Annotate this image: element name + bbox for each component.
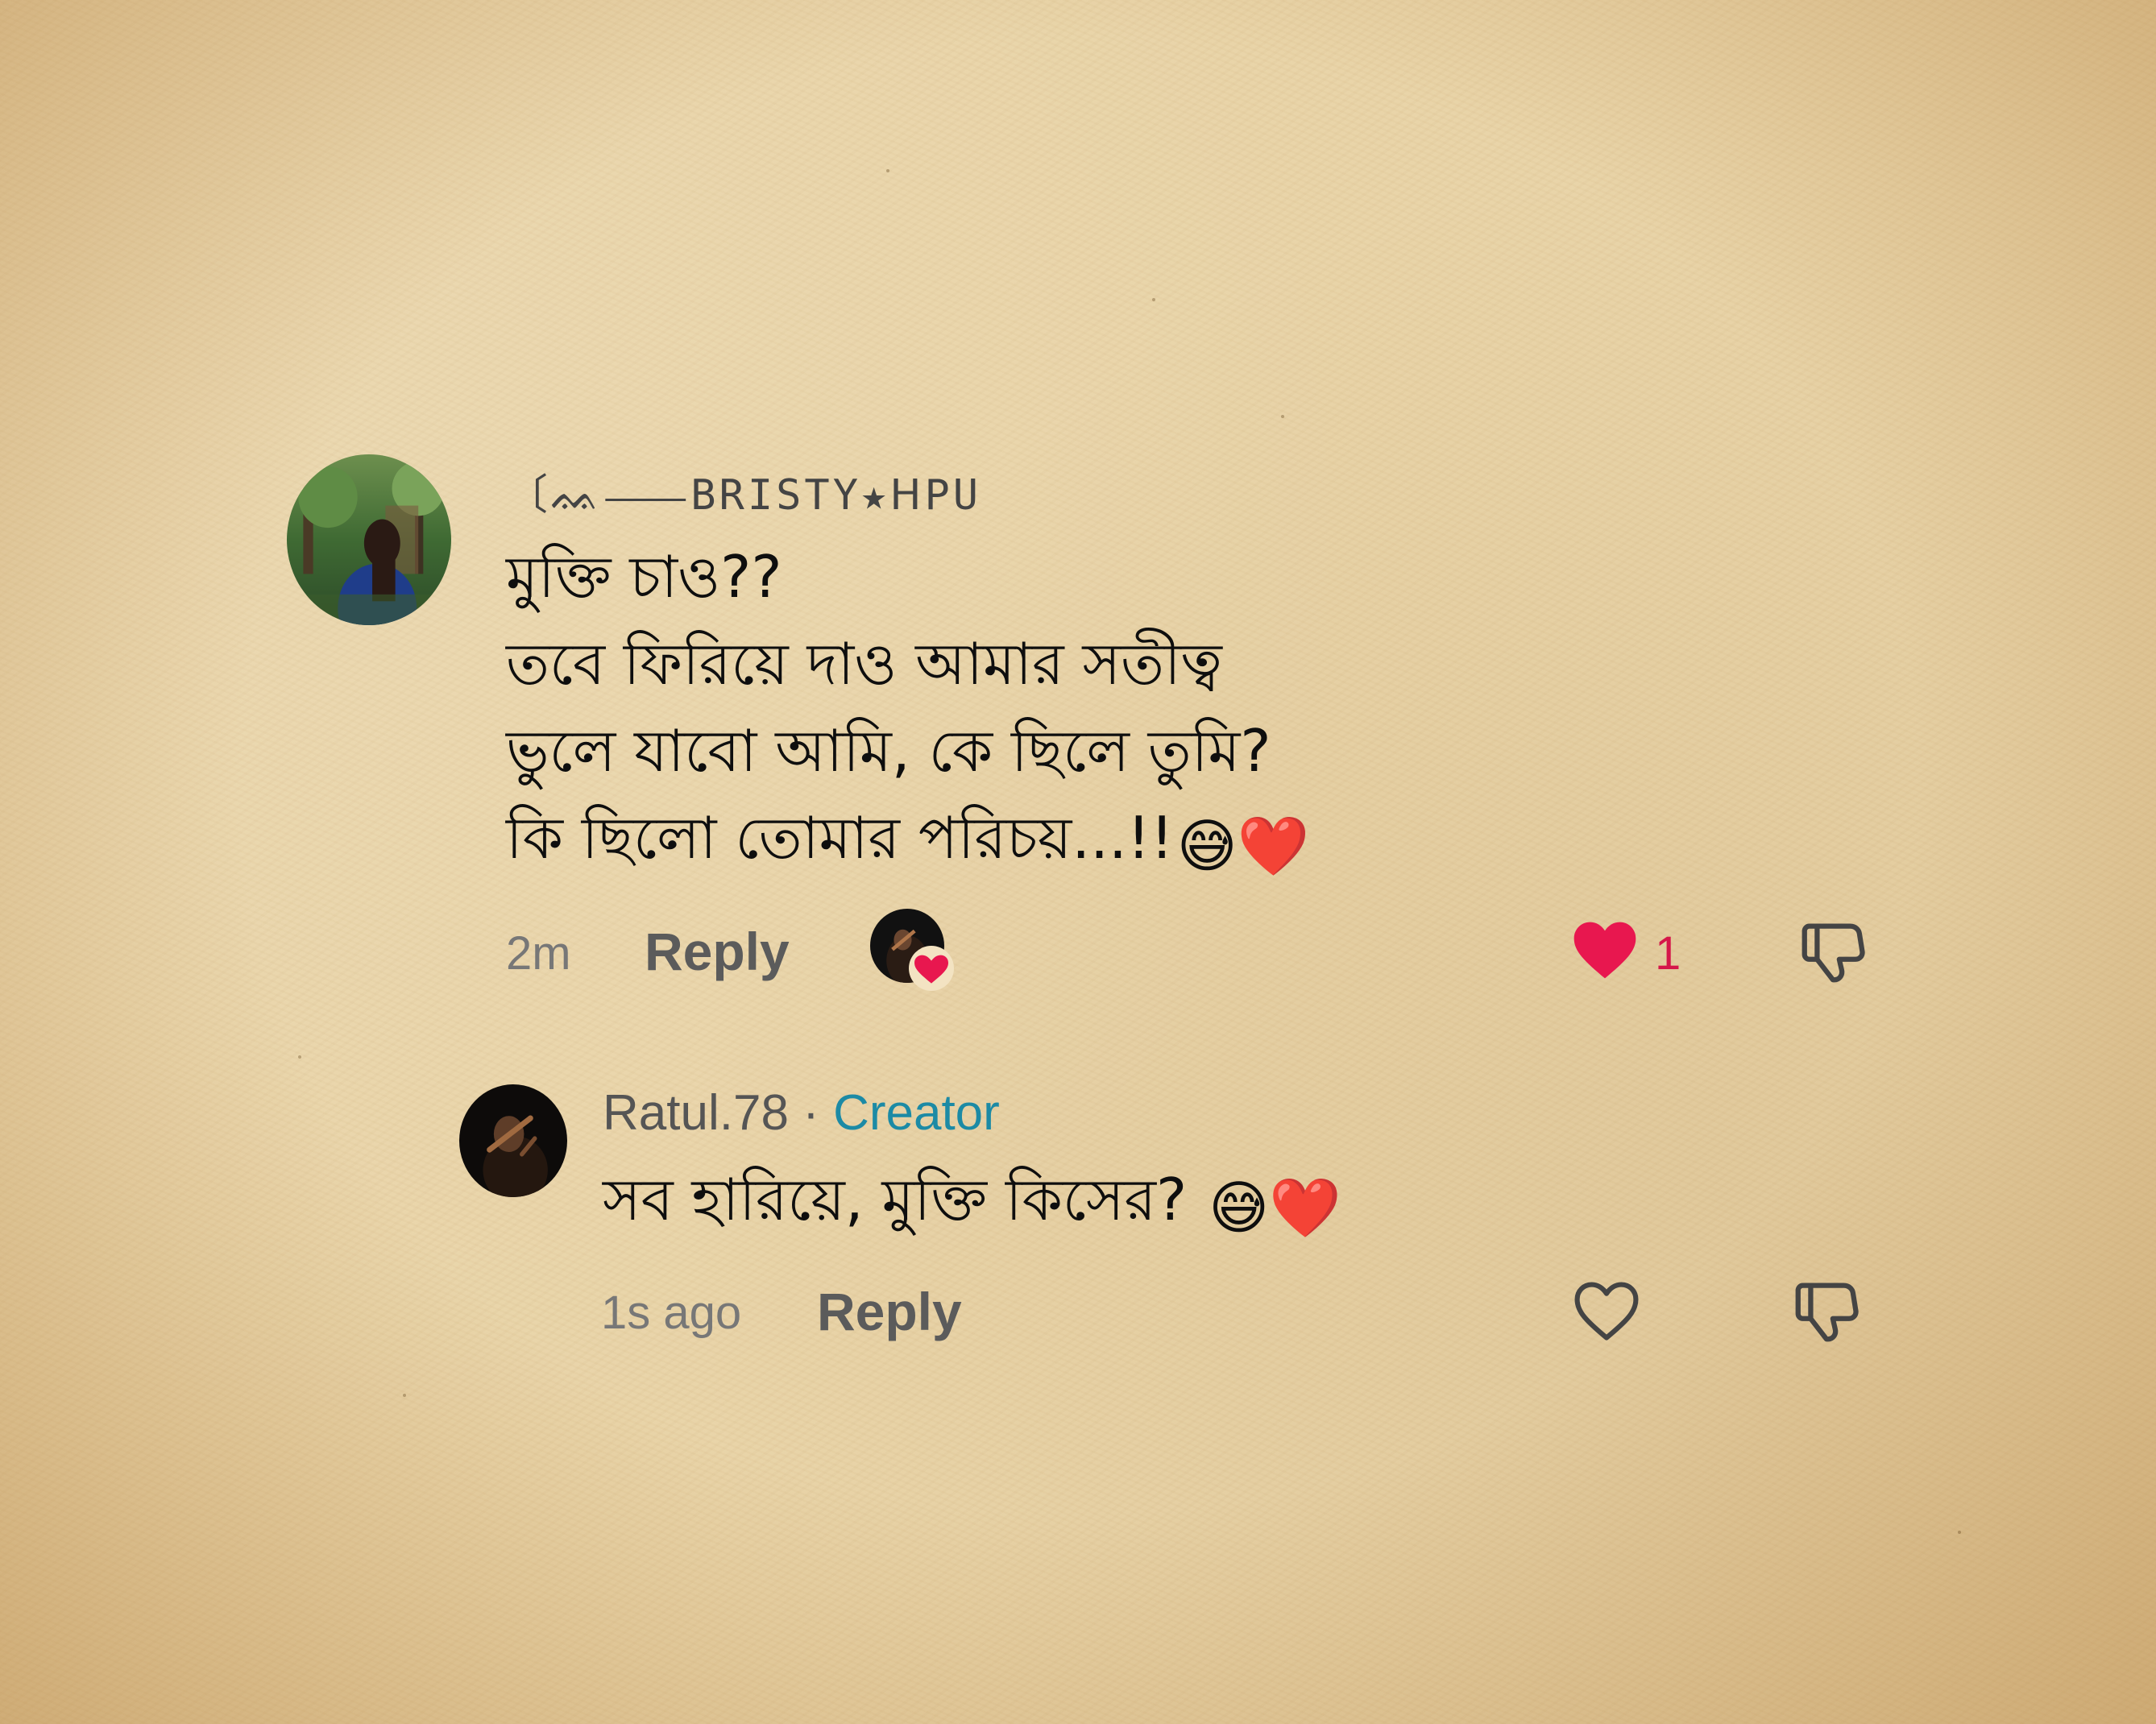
reply-username-line: Ratul.78 · Creator: [603, 1084, 1000, 1142]
reply-button[interactable]: Reply: [645, 921, 790, 982]
creator-avatar-icon: [459, 1084, 567, 1197]
heart-filled-icon: [1573, 922, 1636, 979]
reply-emojis: 😅❤️: [1209, 1174, 1341, 1241]
user-photo-avatar-icon: [287, 454, 451, 625]
comment-emojis: 😅❤️: [1176, 812, 1310, 880]
paper-speck: [886, 169, 889, 172]
reply-avatar[interactable]: [459, 1084, 567, 1197]
paper-speck: [1152, 298, 1155, 301]
like-count: 1: [1655, 927, 1681, 980]
commenter-username[interactable]: 〔ᨐ⸺BRISTY★ᕼPU: [506, 461, 981, 521]
comment-timestamp: 2m: [506, 927, 571, 980]
comment-line: ভুলে যাবো আমি, কে ছিলে তুমি?: [506, 717, 1271, 785]
heart-outline-icon: [1574, 1282, 1639, 1341]
reply-to-reply-button[interactable]: Reply: [817, 1281, 962, 1342]
reply-timestamp: 1s ago: [601, 1287, 742, 1339]
comment-text: মুক্তি চাও?? তবে ফিরিয়ে দাও আমার সতীত্ব…: [506, 533, 1309, 889]
comment-line: কি ছিলো তোমার পরিচয়...!!😅❤️: [506, 794, 1309, 889]
reply-dislike-button[interactable]: [1789, 1273, 1864, 1349]
paper-speck: [298, 1055, 301, 1059]
thumbs-down-icon: [1802, 923, 1865, 983]
comment-line-text: কি ছিলো তোমার পরিচয়...!!: [506, 804, 1174, 872]
comment-line: মুক্তি চাও??: [506, 543, 782, 611]
dislike-button[interactable]: [1795, 914, 1871, 989]
like-button[interactable]: [1566, 912, 1644, 986]
reply-text: সব হারিয়ে, মুক্তি কিসের? 😅❤️: [603, 1156, 1341, 1251]
creator-badge: Creator: [833, 1085, 1000, 1141]
paper-speck: [403, 1394, 406, 1397]
username-separator: ·: [802, 1085, 819, 1141]
paper-speck: [1281, 415, 1284, 418]
reply-text-content: সব হারিয়ে, মুক্তি কিসের?: [603, 1166, 1188, 1233]
liked-by-creator-badge: [870, 909, 954, 991]
commenter-avatar[interactable]: [287, 454, 451, 625]
paper-speck: [1958, 1531, 1961, 1534]
mini-heart-icon: [909, 946, 954, 991]
reply-like-button[interactable]: [1569, 1273, 1644, 1347]
thumbs-down-icon: [1795, 1283, 1859, 1342]
comment-line: তবে ফিরিয়ে দাও আমার সতীত্ব: [506, 630, 1222, 698]
reply-username[interactable]: Ratul.78: [603, 1085, 789, 1141]
